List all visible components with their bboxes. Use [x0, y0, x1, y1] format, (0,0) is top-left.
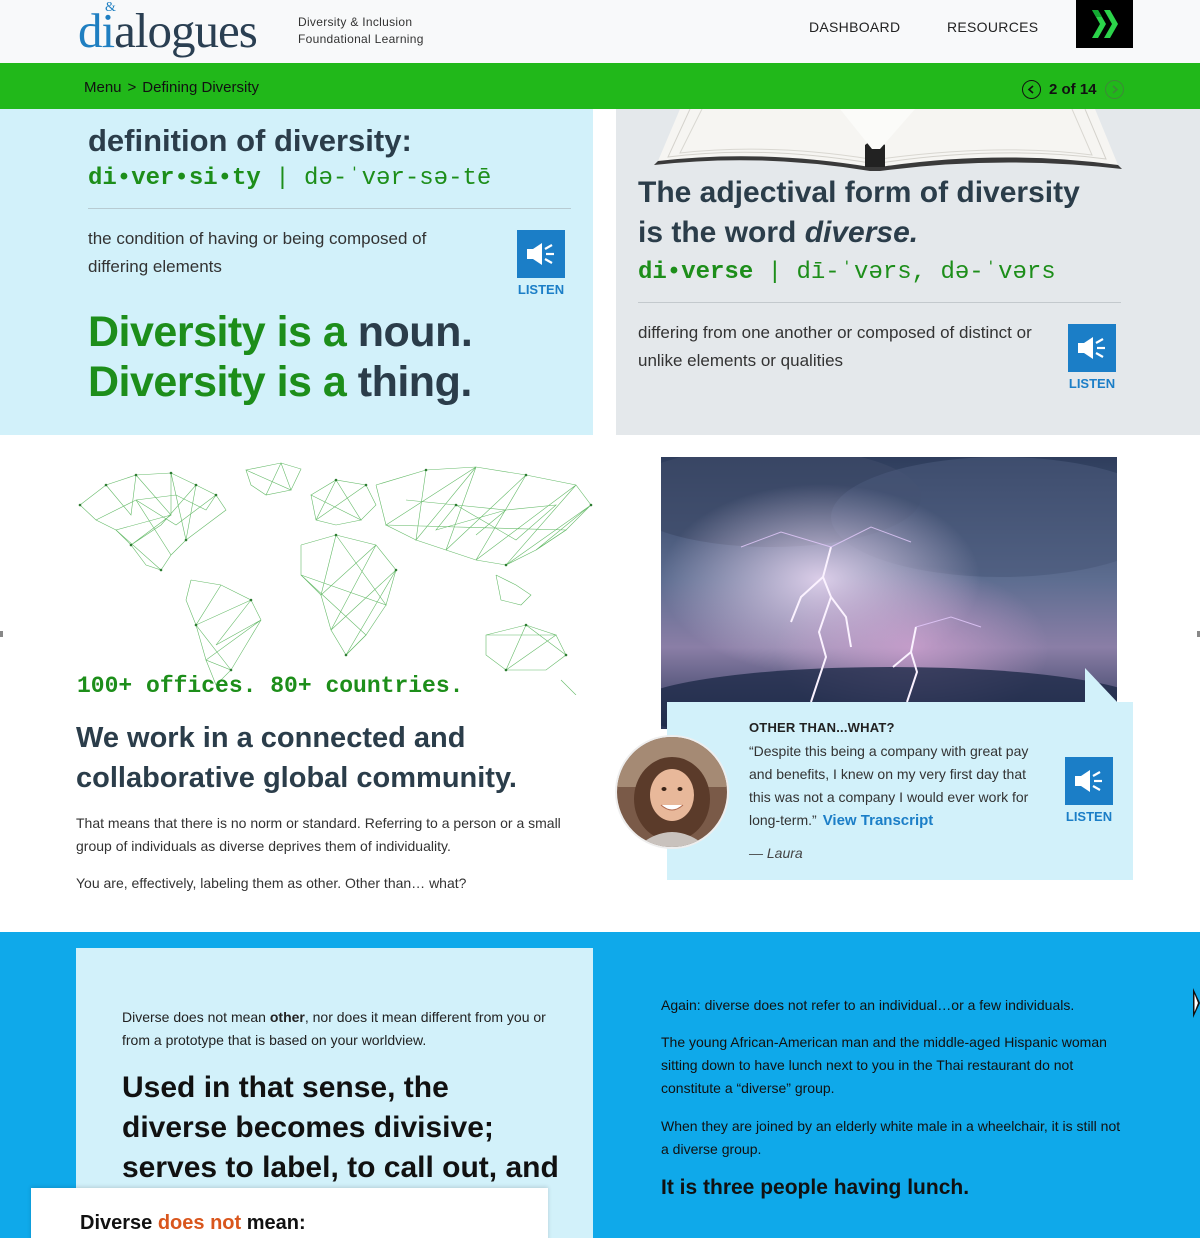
not-other-paragraph: Diverse does not mean other, nor does it…: [122, 1009, 546, 1048]
listen-button[interactable]: LISTEN: [1068, 324, 1116, 391]
brand-logo-icon[interactable]: [1076, 0, 1133, 48]
definition-heading: definition of diversity:: [88, 123, 412, 158]
testimonial-callout: OTHER THAN...WHAT? “Despite this being a…: [667, 702, 1133, 880]
chevron-right-icon[interactable]: [1104, 79, 1124, 99]
diversity-pronunciation: di•ver•si•ty | də-ˈvər-sə-tē: [88, 165, 492, 192]
listen-label: LISTEN: [1065, 809, 1113, 824]
speaker-icon: [1068, 324, 1116, 372]
breadcrumb-current: Defining Diversity: [142, 79, 260, 96]
diversity-definition-panel: definition of diversity: di•ver•si•ty | …: [0, 109, 593, 435]
adjectival-form-heading: The adjectival form of diversity is the …: [638, 176, 1080, 249]
dialogues-logo[interactable]: & dialogues: [78, 0, 258, 59]
community-heading: We work in a connected and collaborative…: [76, 722, 517, 794]
quote-text: “Despite this being a company with great…: [749, 743, 1029, 829]
lunch-paragraph: The young African-American man and the m…: [661, 1034, 1107, 1096]
other-than-paragraph: You are, effectively, labeling them as o…: [76, 875, 467, 891]
quote-author: — Laura: [749, 845, 803, 861]
lightning-storm-image: [661, 457, 1117, 729]
site-header: & dialogues Diversity & Inclusion Foundat…: [0, 0, 1200, 63]
breadcrumb-menu-link[interactable]: Menu: [84, 79, 122, 96]
listen-label: LISTEN: [1068, 376, 1116, 391]
breadcrumb-separator: >: [127, 79, 137, 96]
divider: [638, 302, 1121, 303]
edge-marker: [0, 631, 3, 637]
nav-dashboard-link[interactable]: DASHBOARD: [809, 19, 900, 35]
logo-ampersand: &: [105, 0, 116, 15]
listen-button[interactable]: LISTEN: [1065, 757, 1113, 824]
breadcrumb: Menu > Defining Diversity: [84, 79, 259, 96]
diverse-pronunciation: di•verse | dī-ˈvərs, də-ˈvərs: [638, 259, 1056, 286]
listen-label: LISTEN: [517, 282, 565, 297]
site-tagline: Diversity & Inclusion Foundational Learn…: [298, 15, 424, 46]
world-network-map-image: [78, 462, 593, 695]
page-counter: 2 of 14: [1049, 80, 1097, 98]
speaker-icon: [1065, 757, 1113, 805]
divider: [88, 208, 571, 209]
mouse-cursor-icon: [1193, 988, 1200, 1018]
listen-button[interactable]: LISTEN: [517, 230, 565, 297]
diverse-definition-text: differing from one another or composed o…: [638, 323, 1032, 370]
module-nav-bar: Menu > Defining Diversity 2 of 14: [0, 63, 1200, 109]
norm-paragraph: That means that there is no norm or stan…: [76, 815, 561, 854]
bottom-section: Diverse does not mean other, nor does it…: [0, 932, 1200, 1238]
lunch-conclusion: It is three people having lunch.: [661, 1176, 970, 1199]
chevron-left-icon[interactable]: [1022, 79, 1041, 99]
open-book-image: [654, 109, 1122, 171]
nav-resources-link[interactable]: RESOURCES: [947, 19, 1038, 35]
does-not-mean-card: Diverse does not mean:: [31, 1188, 548, 1238]
diversity-definition-text: the condition of having or being compose…: [88, 229, 427, 276]
view-transcript-link[interactable]: View Transcript: [823, 812, 934, 829]
avatar: [615, 735, 729, 849]
office-stats: 100+ offices. 80+ countries.: [77, 673, 464, 699]
again-paragraph: Again: diverse does not refer to an indi…: [661, 997, 1075, 1013]
noun-statement: Diversity is a noun. Diversity is a thin…: [88, 308, 473, 406]
speaker-icon: [517, 230, 565, 278]
callout-pointer: [1085, 668, 1119, 704]
page-pager: 2 of 14: [1022, 78, 1124, 100]
wheelchair-paragraph: When they are joined by an elderly white…: [661, 1118, 1121, 1157]
does-not-mean-title: Diverse does not mean:: [80, 1212, 306, 1234]
quote-title: OTHER THAN...WHAT?: [749, 720, 895, 735]
diverse-definition-panel: The adjectival form of diversity is the …: [616, 109, 1200, 435]
